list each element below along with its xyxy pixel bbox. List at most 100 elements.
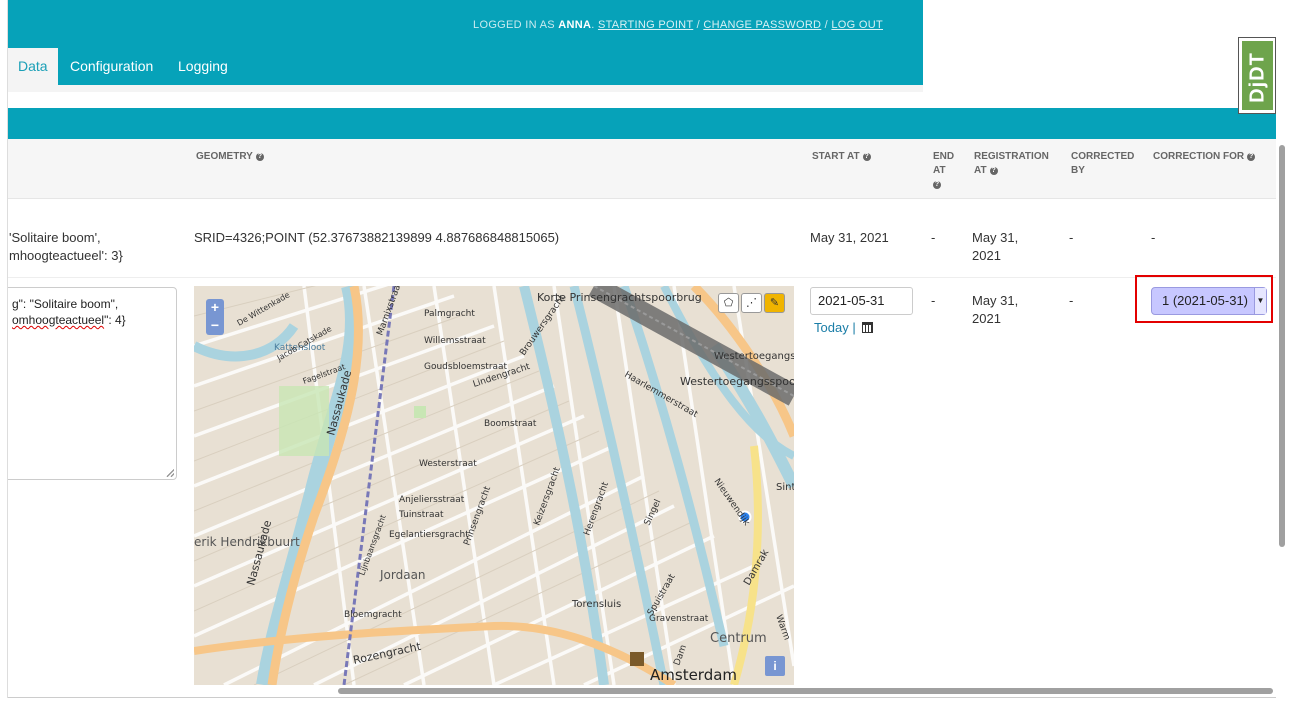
map-label-palmgracht: Palmgracht bbox=[424, 309, 475, 319]
map-label-westertoegangsl: Westertoegangsl bbox=[714, 351, 794, 362]
correction-for-cell: - bbox=[1151, 230, 1156, 245]
pencil-icon[interactable]: ✎ bbox=[764, 293, 785, 313]
help-icon: ? bbox=[989, 167, 998, 175]
help-icon: ? bbox=[933, 181, 941, 189]
column-registration-at[interactable]: REGISTRATION AT? bbox=[974, 150, 1049, 178]
nav-subbar bbox=[7, 85, 923, 92]
debug-toolbar-handle[interactable]: DjDT bbox=[1238, 37, 1276, 114]
admin-header: LOGGED IN AS ANNA. STARTING POINT / CHAN… bbox=[7, 0, 923, 48]
map-label-sint: Sint bbox=[776, 482, 794, 493]
table-header: GEOMETRY? START AT? END AT? REGISTRATION A… bbox=[7, 139, 1276, 199]
help-icon: ? bbox=[862, 153, 871, 161]
select-value: 1 (2021-05-31) bbox=[1162, 293, 1248, 308]
header-label: AT bbox=[933, 165, 946, 176]
modify-icon[interactable]: ⋰ bbox=[741, 293, 762, 313]
map-label-tuinstraat: Tuinstraat bbox=[398, 510, 444, 520]
logged-in-label: LOGGED IN AS bbox=[473, 19, 555, 31]
geometry-cell: SRID=4326;POINT (52.37673882139899 4.887… bbox=[194, 230, 560, 245]
registration-at-cell: May 31, 2021 bbox=[972, 229, 1018, 265]
textarea-text: ": 4} bbox=[104, 313, 126, 327]
section-bar bbox=[7, 108, 1276, 139]
chevron-down-icon: ▼ bbox=[1254, 288, 1266, 314]
user-tools: LOGGED IN AS ANNA. STARTING POINT / CHAN… bbox=[473, 19, 883, 31]
username: ANNA bbox=[558, 19, 592, 31]
column-geometry[interactable]: GEOMETRY? bbox=[196, 150, 264, 164]
registration-text: May 31, bbox=[972, 293, 1019, 308]
separator: | bbox=[852, 320, 856, 335]
header-label: START AT bbox=[812, 151, 860, 162]
end-at-cell: - bbox=[931, 230, 936, 245]
header-label: REGISTRATION bbox=[974, 151, 1049, 162]
horizontal-scrollbar[interactable] bbox=[338, 688, 1273, 694]
djdt-label: DjDT bbox=[1246, 52, 1269, 103]
map-label-gravenstraat: Gravenstraat bbox=[649, 614, 709, 624]
map-tiles: Korte Prinsengrachtspoorbrug Westertoega… bbox=[194, 286, 794, 685]
map-label-goudsbloemstraat: Goudsbloemstraat bbox=[424, 362, 508, 372]
separator: . bbox=[591, 19, 595, 31]
header-label: CORRECTION FOR bbox=[1153, 151, 1245, 162]
calendar-icon[interactable] bbox=[862, 322, 874, 333]
table-row: 'Solitaire boom', mhoogteactueel': 3} SR… bbox=[7, 199, 1276, 278]
column-start-at[interactable]: START AT? bbox=[812, 150, 871, 164]
info-button[interactable]: i bbox=[765, 656, 785, 676]
column-correction-for[interactable]: CORRECTION FOR? bbox=[1153, 150, 1256, 164]
geometry-map[interactable]: Korte Prinsengrachtspoorbrug Westertoega… bbox=[194, 286, 794, 685]
resize-handle[interactable] bbox=[166, 469, 174, 477]
map-label-jordaan: Jordaan bbox=[379, 568, 426, 582]
column-end-at[interactable]: END AT? bbox=[933, 150, 954, 192]
correction-for-select[interactable]: 1 (2021-05-31) ▼ bbox=[1151, 287, 1267, 315]
admin-frame: LOGGED IN AS ANNA. STARTING POINT / CHAN… bbox=[7, 0, 1276, 698]
zoom-out-button[interactable]: − bbox=[206, 317, 224, 335]
map-label-boomstraat: Boomstraat bbox=[484, 419, 537, 429]
tab-logging[interactable]: Logging bbox=[168, 48, 238, 85]
map-edit-tools: ⬠ ⋰ ✎ bbox=[716, 293, 785, 313]
help-icon: ? bbox=[1247, 153, 1256, 161]
nav-bar: Data Configuration Logging bbox=[7, 48, 923, 85]
map-label-egelantiersgracht: Egelantiersgracht bbox=[389, 530, 469, 540]
map-label-westertoegangsspoor: Westertoegangsspoor bbox=[680, 375, 794, 388]
map-label-bloemgracht: Bloemgracht bbox=[344, 610, 402, 620]
registration-at-cell: May 31, 2021 bbox=[972, 292, 1018, 328]
column-corrected-by[interactable]: CORRECTED BY bbox=[1071, 150, 1134, 178]
map-label-centrum: Centrum bbox=[710, 631, 767, 646]
djdt-panel: DjDT bbox=[1242, 41, 1273, 110]
registration-text: 2021 bbox=[972, 311, 1001, 326]
registration-text: 2021 bbox=[972, 248, 1001, 263]
today-shortcut: Today | bbox=[814, 320, 874, 335]
header-label: AT bbox=[974, 165, 987, 176]
map-label-amsterdam: Amsterdam bbox=[650, 666, 737, 684]
separator: / bbox=[696, 19, 700, 31]
map-label-willemsstraat: Willemsstraat bbox=[424, 336, 486, 346]
start-at-cell: May 31, 2021 bbox=[810, 230, 889, 245]
separator: / bbox=[824, 19, 829, 31]
start-at-date-input[interactable]: 2021-05-31 bbox=[810, 287, 913, 315]
map-label-torensluis: Torensluis bbox=[571, 599, 621, 610]
data-textarea[interactable]: g": "Solitaire boom", omhoogteactueel": … bbox=[7, 287, 177, 480]
textarea-text: omhoogteactueel bbox=[12, 313, 105, 327]
header-label: BY bbox=[1071, 165, 1085, 176]
starting-point-link[interactable]: STARTING POINT bbox=[598, 19, 693, 31]
change-password-link[interactable]: CHANGE PASSWORD bbox=[703, 19, 821, 31]
header-label: END bbox=[933, 151, 955, 162]
tab-data[interactable]: Data bbox=[8, 48, 58, 85]
header-label: GEOMETRY bbox=[196, 151, 253, 162]
map-zoom-control: + − bbox=[206, 299, 224, 335]
map-label-westerstraat: Westerstraat bbox=[419, 459, 477, 469]
log-out-link[interactable]: LOG OUT bbox=[831, 19, 883, 31]
map-label-anjeliersstraat: Anjeliersstraat bbox=[399, 495, 465, 505]
corrected-by-cell: - bbox=[1069, 293, 1074, 308]
end-at-cell: - bbox=[931, 293, 936, 308]
zoom-in-button[interactable]: + bbox=[206, 299, 224, 317]
header-label: CORRECTED bbox=[1071, 151, 1135, 162]
data-cell: 'Solitaire boom', mhoogteactueel': 3} bbox=[9, 229, 123, 265]
data-text: 'Solitaire boom', bbox=[9, 230, 101, 245]
data-text: mhoogteactueel': 3} bbox=[9, 248, 123, 263]
draw-polygon-icon[interactable]: ⬠ bbox=[718, 293, 739, 313]
help-icon: ? bbox=[255, 153, 264, 161]
textarea-text: g": "Solitaire boom", bbox=[12, 297, 119, 311]
registration-text: May 31, bbox=[972, 230, 1019, 245]
today-link[interactable]: Today bbox=[814, 320, 849, 335]
map-label-frederik-hendrikbuurt: erik Hendrikbuurt bbox=[194, 535, 300, 549]
tab-configuration[interactable]: Configuration bbox=[60, 48, 163, 85]
vertical-scrollbar[interactable] bbox=[1279, 145, 1285, 547]
